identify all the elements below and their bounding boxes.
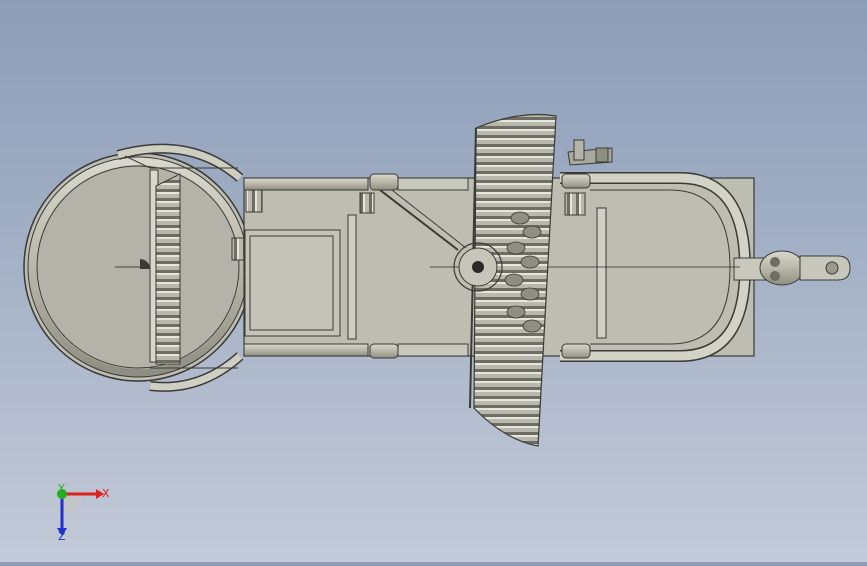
y-axis-label: Y <box>58 482 65 495</box>
cad-viewport[interactable] <box>0 0 867 562</box>
drum-hub <box>453 242 503 292</box>
cad-model[interactable] <box>0 0 867 562</box>
z-axis-label: Z <box>58 530 66 543</box>
left-wheel-frame <box>23 143 253 392</box>
left-roller <box>149 169 181 365</box>
x-axis-label: X <box>102 487 110 500</box>
